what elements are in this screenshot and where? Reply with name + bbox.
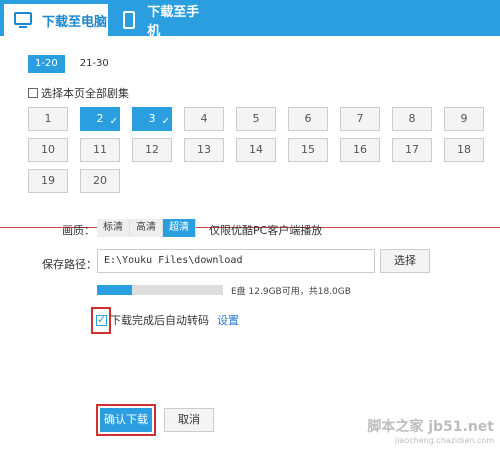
episode-button[interactable]: 20 [80, 169, 120, 193]
select-all-row[interactable]: 选择本页全部剧集 [28, 85, 129, 101]
watermark-line1: 脚本之家 jb51.net [367, 419, 494, 435]
episode-button[interactable]: 8 [392, 107, 432, 131]
episode-button[interactable]: 3 ✓ [132, 107, 172, 131]
episode-number: 8 [408, 112, 416, 125]
episode-button[interactable]: 1 [28, 107, 68, 131]
auto-convert-row[interactable]: 下载完成后自动转码 设置 [96, 312, 239, 328]
episode-number: 15 [301, 143, 315, 156]
episode-button[interactable]: 16 [340, 138, 380, 162]
episode-button[interactable]: 13 [184, 138, 224, 162]
episode-button[interactable]: 12 [132, 138, 172, 162]
disk-usage-text: E盘 12.9GB可用，共18.0GB [231, 287, 351, 297]
monitor-icon [14, 11, 34, 29]
cancel-button[interactable]: 取消 [164, 408, 214, 432]
auto-convert-checkbox[interactable] [96, 313, 107, 326]
title-bar: 下载至电脑 下载至手机 [0, 0, 500, 39]
episode-number: 18 [457, 143, 471, 156]
episode-button[interactable]: 14 [236, 138, 276, 162]
episode-button[interactable]: 15 [288, 138, 328, 162]
episode-number: 17 [405, 143, 419, 156]
episode-button[interactable]: 11 [80, 138, 120, 162]
tab-download-to-phone[interactable]: 下载至手机 [110, 4, 210, 39]
episode-number: 20 [93, 174, 107, 187]
episode-number: 13 [197, 143, 211, 156]
episode-number: 10 [41, 143, 55, 156]
quality-note: 仅限优酷PC客户端播放 [209, 224, 323, 237]
disk-usage-fill [97, 285, 133, 295]
episode-range-tabs: 1-20 21-30 [28, 55, 116, 73]
episode-button[interactable]: 7 [340, 107, 380, 131]
tab-pc-label: 下载至电脑 [42, 14, 108, 30]
episode-button[interactable]: 10 [28, 138, 68, 162]
quality-label: 画质： [62, 224, 95, 237]
episode-button[interactable]: 6 [288, 107, 328, 131]
episode-number: 19 [41, 174, 55, 187]
episode-button[interactable]: 5 [236, 107, 276, 131]
range-tab-1-20[interactable]: 1-20 [28, 55, 65, 73]
quality-option-hd[interactable]: 高清 [130, 219, 163, 237]
select-all-checkbox[interactable] [28, 88, 38, 98]
episode-number: 11 [93, 143, 107, 156]
quality-option-sd[interactable]: 标清 [97, 219, 130, 237]
confirm-download-button[interactable]: 确认下载 [100, 408, 152, 432]
episode-number: 14 [249, 143, 263, 156]
browse-button[interactable]: 选择 [380, 249, 430, 273]
tab-download-to-pc[interactable]: 下载至电脑 [4, 4, 108, 36]
episode-number: 5 [252, 112, 260, 125]
episode-button[interactable]: 2 ✓ [80, 107, 120, 131]
episode-button[interactable]: 17 [392, 138, 432, 162]
select-all-label: 选择本页全部剧集 [41, 87, 129, 100]
watermark-line2: jiaocheng.chazidian.com [394, 436, 494, 445]
episode-number: 6 [304, 112, 312, 125]
watermark: 脚本之家 jb51.net jiaocheng.chazidian.com [367, 416, 494, 445]
tab-phone-label: 下载至手机 [147, 5, 200, 39]
settings-link[interactable]: 设置 [217, 312, 239, 328]
episode-number: 2 [96, 112, 104, 125]
episode-button[interactable]: 4 [184, 107, 224, 131]
episode-number: 4 [200, 112, 208, 125]
episode-number: 7 [356, 112, 364, 125]
episode-button[interactable]: 18 [444, 138, 484, 162]
episode-number: 12 [145, 143, 159, 156]
quality-option-super[interactable]: 超清 [163, 219, 196, 237]
episode-button[interactable]: 19 [28, 169, 68, 193]
check-icon: ✓ [161, 116, 170, 127]
episode-number: 16 [353, 143, 367, 156]
episode-number: 3 [148, 112, 156, 125]
phone-icon [120, 11, 139, 29]
quality-selector: 标清 高清 超清 [97, 219, 196, 237]
episode-number: 9 [460, 112, 468, 125]
episode-number: 1 [44, 112, 52, 125]
check-icon: ✓ [109, 116, 118, 127]
episode-button[interactable]: 9 [444, 107, 484, 131]
auto-convert-label: 下载完成后自动转码 [110, 314, 209, 327]
save-path-input[interactable]: E:\Youku Files\download [97, 249, 375, 273]
range-tab-21-30[interactable]: 21-30 [73, 55, 116, 73]
save-path-label: 保存路径： [42, 258, 97, 271]
disk-usage-bar [97, 285, 223, 295]
